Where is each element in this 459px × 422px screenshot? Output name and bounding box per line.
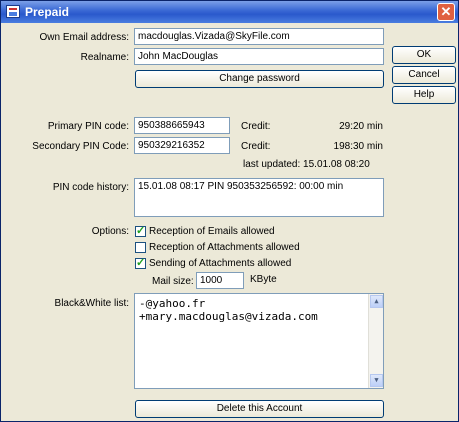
- scroll-up-arrow[interactable]: ▲: [370, 295, 383, 308]
- ok-button[interactable]: OK: [392, 46, 456, 64]
- pin-history-box: 15.01.08 08:17 PIN 950353256592: 00:00 m…: [134, 178, 384, 217]
- realname-label: Realname:: [80, 52, 129, 63]
- mail-size-unit: KByte: [250, 274, 277, 285]
- primary-pin-field[interactable]: 950388665943: [134, 117, 230, 134]
- primary-pin-label: Primary PIN code:: [47, 121, 129, 132]
- secondary-credit-label: Credit:: [241, 141, 271, 152]
- reception-attachments-label: Reception of Attachments allowed: [149, 242, 300, 253]
- close-button[interactable]: ✕: [437, 3, 455, 21]
- options-label: Options:: [91, 226, 129, 237]
- chevron-down-icon: ▼: [374, 376, 379, 384]
- chevron-up-icon: ▲: [374, 297, 379, 305]
- title-bar[interactable]: Prepaid ✕: [1, 1, 458, 23]
- reception-emails-checkbox[interactable]: [135, 224, 146, 237]
- email-label: Own Email address:: [39, 32, 129, 43]
- bwlist-scrollbar[interactable]: ▲ ▼: [368, 294, 383, 388]
- secondary-credit-value: 198:30 min: [333, 141, 383, 152]
- reception-attachments-checkbox[interactable]: [135, 242, 146, 253]
- app-icon: [6, 5, 20, 18]
- bwlist-textarea[interactable]: -@yahoo.fr +mary.macdouglas@vizada.com ▲…: [134, 293, 384, 389]
- primary-credit-value: 29:20 min: [339, 121, 383, 132]
- close-icon: ✕: [440, 4, 452, 19]
- cancel-button[interactable]: Cancel: [392, 66, 456, 84]
- sending-attachments-checkbox[interactable]: [135, 256, 146, 269]
- mail-size-label: Mail size:: [152, 276, 194, 287]
- sending-attachments-label: Sending of Attachments allowed: [149, 258, 292, 269]
- help-button[interactable]: Help: [392, 86, 456, 104]
- scroll-down-arrow[interactable]: ▼: [370, 374, 383, 387]
- pin-history-label: PIN code history:: [52, 182, 129, 193]
- bwlist-label: Black&White list:: [54, 298, 129, 309]
- realname-field[interactable]: John MacDouglas: [134, 48, 384, 65]
- bwlist-line: +mary.macdouglas@vizada.com: [139, 310, 318, 323]
- pin-history-entry: 15.01.08 08:17 PIN 950353256592: 00:00 m…: [138, 181, 344, 192]
- last-updated-text: last updated: 15.01.08 08:20: [243, 159, 370, 170]
- reception-emails-label: Reception of Emails allowed: [149, 226, 275, 237]
- email-field[interactable]: macdouglas.Vizada@SkyFile.com: [134, 28, 384, 45]
- secondary-pin-label: Secondary PIN Code:: [32, 141, 129, 152]
- delete-account-button[interactable]: Delete this Account: [135, 400, 384, 418]
- mail-size-field[interactable]: 1000: [196, 272, 244, 289]
- secondary-pin-field[interactable]: 950329216352: [134, 137, 230, 154]
- change-password-button[interactable]: Change password: [135, 70, 384, 88]
- prepaid-dialog: Prepaid ✕ Own Email address: macdouglas.…: [0, 0, 459, 422]
- bwlist-line: -@yahoo.fr: [139, 297, 206, 310]
- window-title: Prepaid: [25, 5, 70, 19]
- primary-credit-label: Credit:: [241, 121, 271, 132]
